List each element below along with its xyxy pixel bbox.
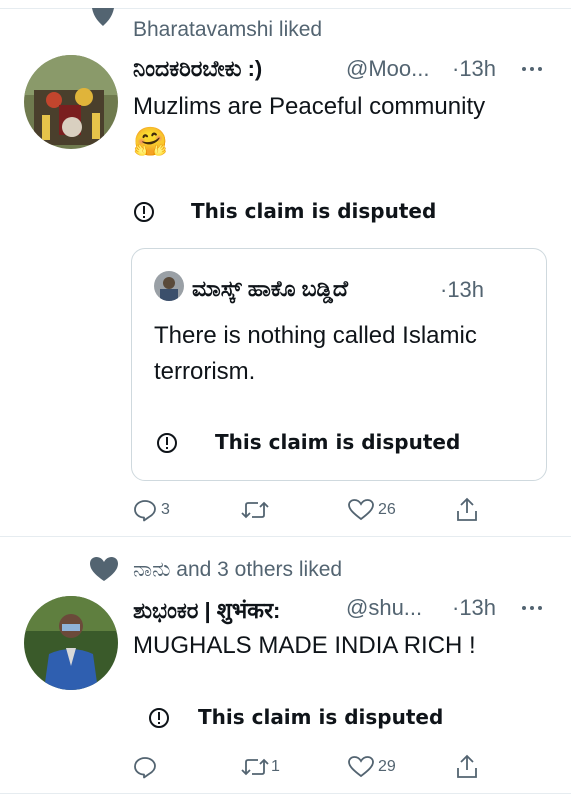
action-bar: 3 26 <box>133 496 493 524</box>
tweet-text: Muzlims are Peaceful community <box>133 93 486 120</box>
social-context: ನಾನು and 3 others liked <box>133 558 343 581</box>
share-icon[interactable] <box>455 754 479 780</box>
tweet-2[interactable]: ನಾನು and 3 others liked ಶುಭಂಕರ | शुभंकर:… <box>0 537 571 800</box>
quote-avatar-image <box>154 271 184 301</box>
display-name[interactable]: ಶುಭಂಕರ | शुभंकर: <box>133 595 280 625</box>
heart-liked-icon <box>90 557 118 581</box>
quote-text-line-2: terrorism. <box>154 358 256 385</box>
more-options-icon[interactable] <box>521 66 543 72</box>
quote-display-name: ಮಾಸ್ಕ್ ಹಾಕೊ ಬಡ್ಡಿದೆ <box>192 276 348 301</box>
quote-timestamp: ·13h <box>440 277 485 302</box>
reply-icon[interactable] <box>133 498 157 522</box>
heart-liked-icon <box>92 8 114 26</box>
retweet-count: 1 <box>271 758 280 775</box>
reply-count: 3 <box>161 501 170 518</box>
like-count: 26 <box>378 501 396 518</box>
like-count: 29 <box>378 758 396 775</box>
quote-text-line-1: There is nothing called Islamic <box>154 322 477 349</box>
timestamp[interactable]: ·13h <box>452 595 496 621</box>
quote-disputed-notice[interactable]: This claim is disputed <box>215 430 460 454</box>
info-icon <box>149 708 169 728</box>
timestamp[interactable]: ·13h <box>452 56 496 82</box>
user-handle[interactable]: @shu... <box>346 595 422 621</box>
avatar-image <box>24 55 118 149</box>
more-options-icon[interactable] <box>521 605 543 611</box>
like-icon[interactable] <box>348 499 374 521</box>
user-handle[interactable]: @Moo... <box>346 56 429 82</box>
avatar-image <box>24 596 118 690</box>
quote-info-icon <box>157 433 177 453</box>
quoted-tweet[interactable]: ಮಾಸ್ಕ್ ಹಾಕೊ ಬಡ್ಡಿದೆ ·13h There is nothin… <box>131 248 547 481</box>
display-name[interactable]: ನಿಂದಕರಿರಬೇಕು :) <box>133 56 262 82</box>
disputed-notice[interactable]: This claim is disputed <box>198 705 443 729</box>
avatar[interactable] <box>24 55 118 149</box>
bottom-divider <box>0 793 571 794</box>
social-context: Bharatavamshi liked <box>133 18 323 41</box>
tweet-text: MUGHALS MADE INDIA RICH ! <box>133 632 476 659</box>
tweet-1[interactable]: Bharatavamshi liked ನಿಂದಕರಿರಬೇಕು :) @Moo… <box>0 8 571 536</box>
reply-icon[interactable] <box>133 755 157 779</box>
emoji: 🤗 <box>133 126 168 157</box>
action-bar: 1 29 <box>133 753 493 781</box>
share-icon[interactable] <box>455 497 479 523</box>
disputed-notice[interactable]: This claim is disputed <box>191 199 436 223</box>
retweet-icon[interactable] <box>241 499 269 521</box>
quote-avatar <box>154 271 184 301</box>
retweet-icon[interactable] <box>241 756 269 778</box>
avatar[interactable] <box>24 596 118 690</box>
like-icon[interactable] <box>348 756 374 778</box>
info-icon <box>134 202 154 222</box>
